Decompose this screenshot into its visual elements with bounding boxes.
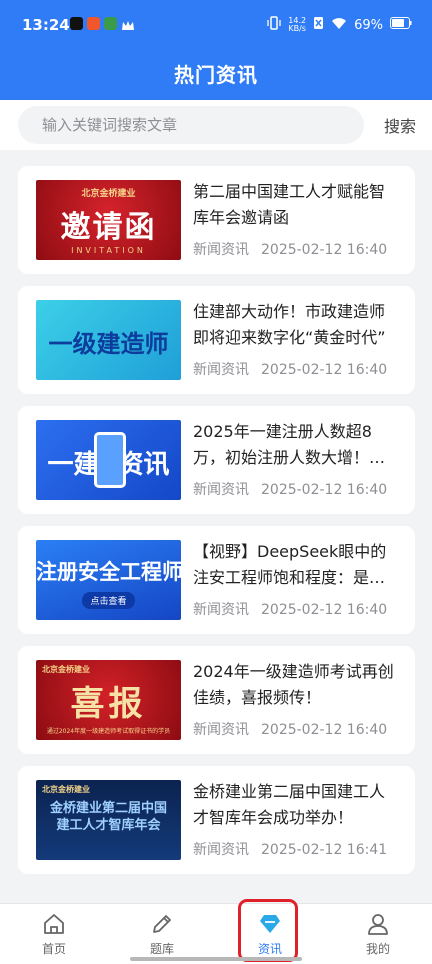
article-thumbnail: 注册安全工程师 点击查看 [36,540,181,620]
article-date: 2025-02-12 16:41 [261,842,388,858]
tab-label: 我的 [365,942,390,956]
article-meta: 新闻资讯 2025-02-12 16:40 [193,479,387,499]
article-thumbnail: 一建 资讯 [36,420,181,500]
article-card[interactable]: 一建 资讯 2025年一建注册人数超8万，初始注册人数大增！… 新闻资讯 2025… [18,406,415,514]
article-thumbnail: 北京金桥建业 喜报 通过2024年度一级建造师考试取得证书的学员 [36,660,181,740]
article-title: 【视野】DeepSeek眼中的注安工程师饱和程度：是… [193,542,387,587]
thumbnail-headline: 邀请函 [60,210,157,245]
status-indicators: 14.2 KB/s 69% [267,16,412,34]
article-title: 金桥建业第二届中国建工人才智库年会成功举办！ [193,782,386,827]
article-thumbnail: 北京金桥建业 邀请函 INVITATION [36,180,181,260]
tab-profile[interactable]: 我的 [324,904,432,964]
article-title: 第二届中国建工人才赋能智库年会邀请函 [193,182,386,227]
article-title: 2025年一建注册人数超8万，初始注册人数大增！… [193,422,386,467]
thumbnail-brand: 北京金桥建业 [42,665,90,674]
article-meta: 新闻资讯 2025-02-12 16:41 [193,839,387,859]
article-category: 新闻资讯 [193,242,249,258]
thumbnail-subtext: INVITATION [71,246,146,255]
bottom-tab-bar: 首页 题库 资讯 我的 [0,903,432,964]
status-time: 13:24 [22,16,70,34]
app-notification-icon [87,17,100,30]
tab-home[interactable]: 首页 [0,904,108,964]
home-icon [42,912,66,936]
article-card[interactable]: 北京金桥建业 喜报 通过2024年度一级建造师考试取得证书的学员 2024年一级… [18,646,415,754]
thumbnail-headline: 一级建造师 [48,330,169,358]
notification-icons [70,17,134,30]
tiktok-icon [70,17,83,30]
article-category: 新闻资讯 [193,482,249,498]
article-card[interactable]: 北京金桥建业 邀请函 INVITATION 第二届中国建工人才赋能智库年会邀请函… [18,166,415,274]
tab-question-bank[interactable]: 题库 [108,904,216,964]
crown-icon [121,17,134,30]
article-card[interactable]: 注册安全工程师 点击查看 【视野】DeepSeek眼中的注安工程师饱和程度：是…… [18,526,415,634]
thumbnail-brand: 北京金桥建业 [81,189,136,199]
battery-percent: 69% [354,17,383,33]
thumbnail-brand: 北京金桥建业 [42,785,90,794]
thumbnail-headline: 注册安全工程师 [36,560,181,584]
vibrate-icon [267,16,281,34]
search-bar: 搜索 [0,100,432,150]
phone-illustration-icon [94,432,126,488]
search-button[interactable]: 搜索 [384,113,416,137]
article-meta: 新闻资讯 2025-02-12 16:40 [193,599,387,619]
tab-highlight-annotation [238,899,298,962]
article-card[interactable]: 北京金桥建业 金桥建业第二届中国建工人才智库年会 金桥建业第二届中国建工人才智库… [18,766,415,874]
page-title: 热门资讯 [174,63,258,87]
article-category: 新闻资讯 [193,362,249,378]
thumbnail-subtext: 点击查看 [82,592,135,609]
article-list: 北京金桥建业 邀请函 INVITATION 第二届中国建工人才赋能智库年会邀请函… [18,166,415,886]
tab-label: 题库 [149,942,174,956]
article-thumbnail: 北京金桥建业 金桥建业第二届中国建工人才智库年会 [36,780,181,860]
no-sim-icon [313,16,324,34]
article-date: 2025-02-12 16:40 [261,722,388,738]
thumbnail-headline: 金桥建业第二届中国建工人才智库年会 [49,801,167,833]
page-header: 热门资讯 [0,50,432,100]
thumbnail-headline: 喜报 [70,684,147,724]
wifi-icon [331,17,347,34]
network-speed: 14.2 KB/s [288,16,307,33]
article-meta: 新闻资讯 2025-02-12 16:40 [193,359,387,379]
article-category: 新闻资讯 [193,722,249,738]
app-notification-icon [104,17,117,30]
search-input[interactable] [18,106,364,144]
article-category: 新闻资讯 [193,602,249,618]
article-category: 新闻资讯 [193,842,249,858]
article-thumbnail: 一级建造师 [36,300,181,380]
user-icon [366,912,390,936]
article-date: 2025-02-12 16:40 [261,602,388,618]
article-date: 2025-02-12 16:40 [261,482,388,498]
article-card[interactable]: 一级建造师 住建部大动作！市政建造师即将迎来数字化“黄金时代” 新闻资讯 2025… [18,286,415,394]
article-date: 2025-02-12 16:40 [261,362,388,378]
battery-icon [390,17,412,33]
article-title: 住建部大动作！市政建造师即将迎来数字化“黄金时代” [193,302,386,347]
article-title: 2024年一级建造师考试再创佳绩，喜报频传！ [193,662,394,707]
article-date: 2025-02-12 16:40 [261,242,388,258]
thumbnail-subtext: 通过2024年度一级建造师考试取得证书的学员 [46,728,171,735]
status-bar: 13:24 14.2 KB/s 69% [0,0,432,50]
tab-label: 首页 [41,942,66,956]
article-meta: 新闻资讯 2025-02-12 16:40 [193,239,387,259]
pencil-icon [150,912,174,936]
home-indicator[interactable] [130,957,302,961]
article-meta: 新闻资讯 2025-02-12 16:40 [193,719,387,739]
